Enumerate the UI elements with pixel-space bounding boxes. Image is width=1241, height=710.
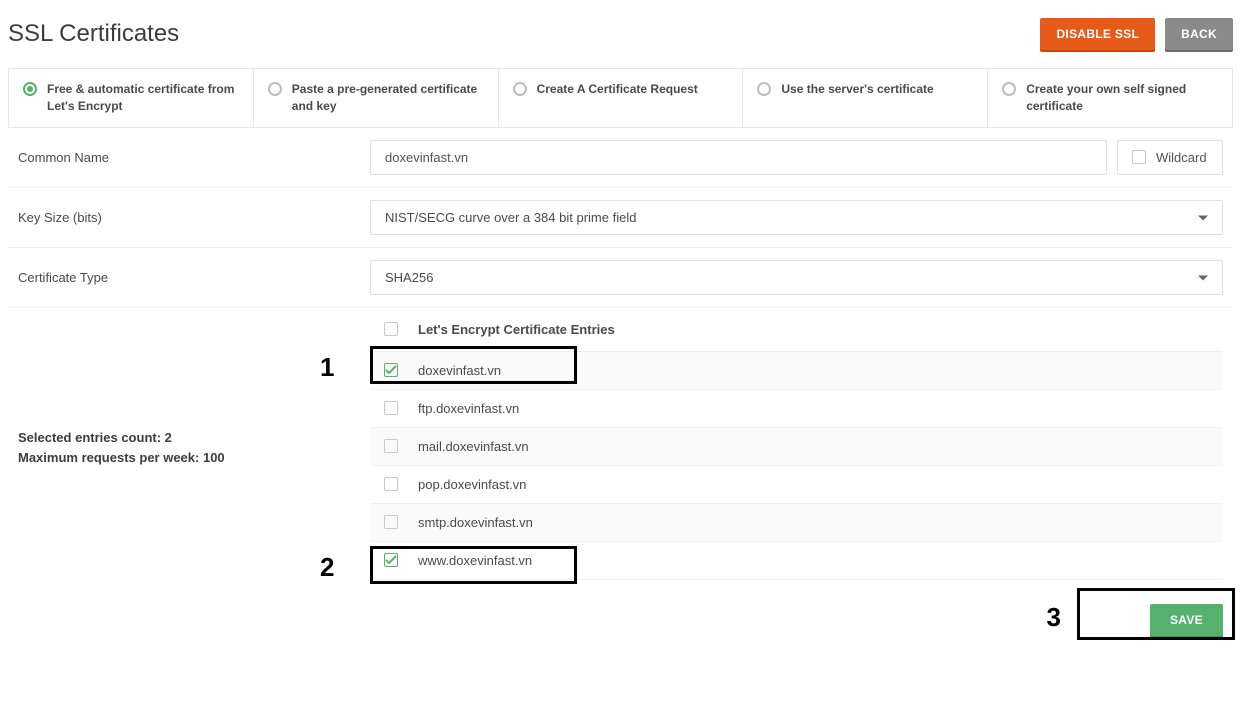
save-button[interactable]: SAVE — [1150, 604, 1223, 636]
footer-row: 3 SAVE — [8, 590, 1233, 650]
radio-icon — [23, 82, 37, 96]
entries-header-label: Let's Encrypt Certificate Entries — [418, 322, 615, 337]
radio-icon — [757, 82, 771, 96]
tab-label: Create A Certificate Request — [537, 81, 698, 98]
wildcard-label: Wildcard — [1156, 150, 1207, 165]
entry-checkbox[interactable] — [384, 401, 398, 415]
entry-label: mail.doxevinfast.vn — [418, 439, 529, 454]
entry-label: pop.doxevinfast.vn — [418, 477, 526, 492]
tab-paste-cert[interactable]: Paste a pre-generated certificate and ke… — [254, 69, 499, 127]
header-bar: SSL Certificates DISABLE SSL BACK — [8, 8, 1233, 68]
annotation-3: 3 — [1047, 602, 1061, 633]
entry-row[interactable]: doxevinfast.vn — [370, 352, 1223, 390]
header-buttons: DISABLE SSL BACK — [1040, 18, 1233, 50]
back-button[interactable]: BACK — [1165, 18, 1233, 50]
entry-checkbox[interactable] — [384, 439, 398, 453]
entry-row[interactable]: pop.doxevinfast.vn — [370, 466, 1223, 504]
entry-checkbox[interactable] — [384, 553, 398, 567]
annotation-1: 1 — [320, 352, 334, 383]
entry-row[interactable]: mail.doxevinfast.vn — [370, 428, 1223, 466]
row-key-size: Key Size (bits) NIST/SECG curve over a 3… — [8, 188, 1233, 248]
ssl-mode-tabs: Free & automatic certificate from Let's … — [8, 68, 1233, 128]
cert-type-label: Certificate Type — [18, 270, 370, 285]
selected-count: Selected entries count: 2 — [18, 428, 370, 449]
chevron-down-icon — [1198, 270, 1208, 285]
radio-icon — [513, 82, 527, 96]
wildcard-toggle[interactable]: Wildcard — [1117, 140, 1223, 175]
checkbox-icon — [1132, 150, 1146, 164]
entry-checkbox[interactable] — [384, 363, 398, 377]
entries-meta: Selected entries count: 2 Maximum reques… — [18, 316, 370, 580]
common-name-input[interactable] — [370, 140, 1107, 175]
select-value: SHA256 — [385, 270, 433, 285]
entry-label: www.doxevinfast.vn — [418, 553, 532, 568]
page-title: SSL Certificates — [8, 20, 179, 48]
select-all-checkbox[interactable] — [384, 322, 398, 336]
tab-create-csr[interactable]: Create A Certificate Request — [499, 69, 744, 127]
entry-checkbox[interactable] — [384, 477, 398, 491]
tab-label: Free & automatic certificate from Let's … — [47, 81, 239, 115]
chevron-down-icon — [1198, 210, 1208, 225]
entry-checkbox[interactable] — [384, 515, 398, 529]
max-requests: Maximum requests per week: 100 — [18, 448, 370, 469]
tab-lets-encrypt[interactable]: Free & automatic certificate from Let's … — [9, 69, 254, 127]
entries-section: Selected entries count: 2 Maximum reques… — [8, 308, 1233, 590]
tab-self-signed[interactable]: Create your own self signed certificate — [988, 69, 1232, 127]
row-common-name: Common Name Wildcard — [8, 128, 1233, 188]
radio-icon — [1002, 82, 1016, 96]
annotation-2: 2 — [320, 552, 334, 583]
select-value: NIST/SECG curve over a 384 bit prime fie… — [385, 210, 636, 225]
entry-label: doxevinfast.vn — [418, 363, 501, 378]
radio-icon — [268, 82, 282, 96]
key-size-select[interactable]: NIST/SECG curve over a 384 bit prime fie… — [370, 200, 1223, 235]
key-size-label: Key Size (bits) — [18, 210, 370, 225]
entry-row[interactable]: ftp.doxevinfast.vn — [370, 390, 1223, 428]
entry-label: ftp.doxevinfast.vn — [418, 401, 519, 416]
tab-server-cert[interactable]: Use the server's certificate — [743, 69, 988, 127]
cert-type-select[interactable]: SHA256 — [370, 260, 1223, 295]
disable-ssl-button[interactable]: DISABLE SSL — [1040, 18, 1155, 50]
entry-label: smtp.doxevinfast.vn — [418, 515, 533, 530]
entries-header-row: Let's Encrypt Certificate Entries — [370, 316, 1223, 352]
entry-row[interactable]: www.doxevinfast.vn — [370, 542, 1223, 580]
common-name-label: Common Name — [18, 150, 370, 165]
form-body: Common Name Wildcard Key Size (bits) NIS… — [8, 128, 1233, 650]
tab-label: Paste a pre-generated certificate and ke… — [292, 81, 484, 115]
tab-label: Use the server's certificate — [781, 81, 933, 98]
row-cert-type: Certificate Type SHA256 — [8, 248, 1233, 308]
entry-row[interactable]: smtp.doxevinfast.vn — [370, 504, 1223, 542]
tab-label: Create your own self signed certificate — [1026, 81, 1218, 115]
entries-list: 1 2 Let's Encrypt Certificate Entries do… — [370, 316, 1223, 580]
